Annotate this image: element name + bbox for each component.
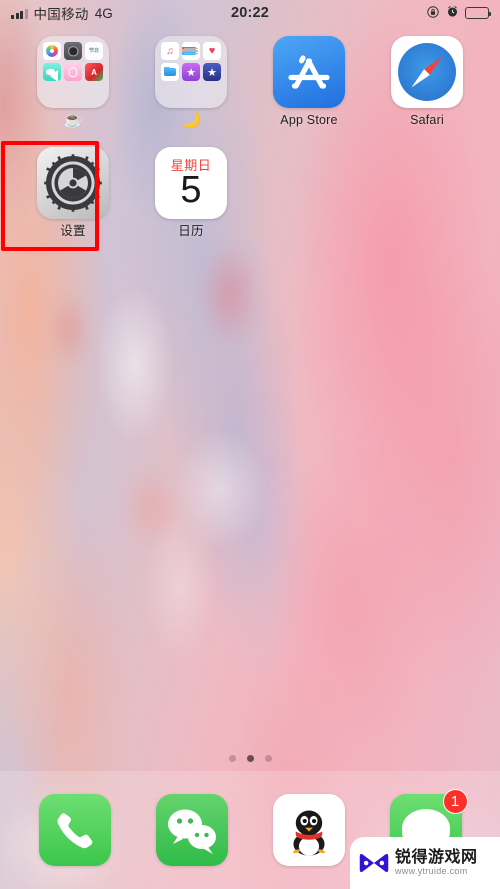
page-dot-2-active[interactable] <box>246 755 254 762</box>
reminders-mini-icon <box>182 42 200 60</box>
site-watermark: 锐得游戏网 www.ytruide.com <box>350 837 500 889</box>
signal-bars-icon <box>11 8 28 19</box>
alarm-clock-icon <box>446 5 459 21</box>
clips-mini-icon <box>85 63 103 81</box>
watermark-text: 锐得游戏网 www.ytruide.com <box>395 848 478 876</box>
photos-mini-icon <box>43 42 61 60</box>
folder-2-icon <box>155 36 227 108</box>
folder-1-label: ☕ <box>62 112 84 129</box>
settings-label: 设置 <box>60 224 86 238</box>
facetime-mini-icon <box>43 63 61 81</box>
app-store-label: App Store <box>280 113 338 127</box>
carrier-name: 中国移动 <box>33 7 89 22</box>
wechat-icon <box>155 794 228 866</box>
calendar-icon: 星期日 5 <box>155 147 227 219</box>
watermark-site-name: 锐得游戏网 <box>395 848 478 866</box>
folder-utilities-1[interactable]: 节日 ☕ <box>14 36 132 129</box>
folder-1-icon: 节日 <box>37 36 109 108</box>
music-mini-icon <box>161 42 179 60</box>
page-indicator-dots[interactable] <box>0 755 500 762</box>
page-dot-1[interactable] <box>228 755 236 762</box>
folder-2-label: 🌙 <box>180 112 202 129</box>
rotation-lock-icon <box>426 5 440 22</box>
calendar-date: 5 <box>180 169 202 212</box>
app-store-icon <box>273 36 345 108</box>
dock-icon-phone[interactable] <box>38 794 111 866</box>
home-screen-app-grid: 节日 ☕ 🌙 <box>0 36 500 251</box>
calendar-icon-wrap: 星期日 5 <box>155 147 227 219</box>
settings-icon-wrap <box>37 147 109 219</box>
status-bar-left: 中国移动 4G <box>11 3 113 23</box>
folder-media-2[interactable]: 🌙 <box>132 36 250 129</box>
network-type: 4G <box>94 5 113 21</box>
folder-2-icon-wrap <box>155 36 227 108</box>
watermark-site-url: www.ytruide.com <box>395 865 468 876</box>
messages-unread-badge: 1 <box>442 789 468 814</box>
app-store-icon-wrap <box>273 36 345 108</box>
safari-compass-dial <box>398 43 456 101</box>
safari-label: Safari <box>410 113 444 127</box>
settings-gear-icon <box>37 147 109 219</box>
battery-icon <box>465 7 491 19</box>
health-mini-icon <box>203 42 221 60</box>
qq-penguin-icon <box>272 794 345 866</box>
app-icon-safari[interactable]: Safari <box>368 36 486 129</box>
app-icon-calendar[interactable]: 星期日 5 日历 <box>132 147 250 239</box>
app-icon-settings[interactable]: 设置 <box>1 141 132 251</box>
gamepad-logo-icon <box>359 853 389 873</box>
calendar-label: 日历 <box>178 224 204 238</box>
status-bar: 中国移动 4G 20:22 <box>0 0 500 26</box>
page-dot-3[interactable] <box>264 755 272 762</box>
status-bar-right <box>426 5 491 22</box>
phone-icon <box>38 794 111 866</box>
files-mini-icon <box>161 63 179 81</box>
dock-icon-wechat[interactable] <box>155 794 228 866</box>
app-icon-app-store[interactable]: App Store <box>250 36 368 129</box>
camera-mini-icon <box>64 42 82 60</box>
festival-mini-icon: 节日 <box>85 42 103 60</box>
itunes-store-mini-icon <box>182 63 200 81</box>
safari-icon <box>391 36 463 108</box>
safari-icon-wrap <box>391 36 463 108</box>
dock-icon-qq[interactable] <box>272 794 345 866</box>
imovie-mini-icon <box>203 63 221 81</box>
folder-1-icon-wrap: 节日 <box>37 36 109 108</box>
photo-booth-mini-icon <box>64 63 82 81</box>
